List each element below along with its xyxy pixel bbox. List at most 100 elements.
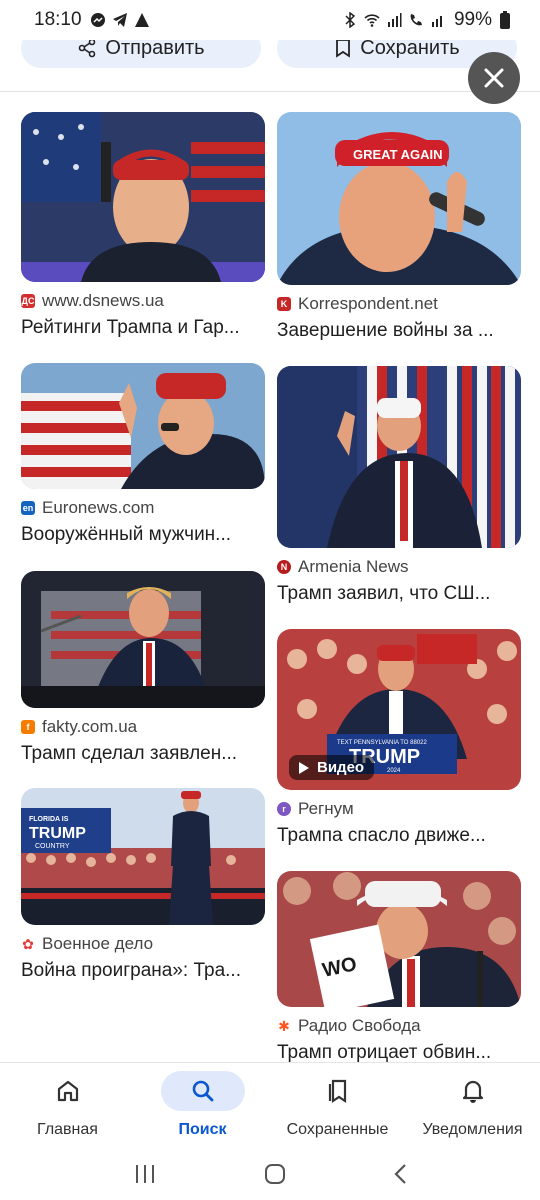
result-thumbnail[interactable]: GREAT AGAIN — [277, 112, 521, 285]
battery-percent: 99% — [453, 9, 492, 30]
close-button[interactable] — [468, 52, 520, 104]
nav-label: Поиск — [178, 1121, 227, 1138]
messenger-icon — [90, 13, 105, 27]
result-source: en Euronews.com — [21, 498, 265, 518]
battery-icon — [500, 11, 510, 29]
sign-trump: TRUMP — [29, 825, 86, 842]
nav-home[interactable]: Главная — [0, 1063, 135, 1148]
source-favicon: ✿ — [21, 935, 35, 952]
video-label: Видео — [317, 759, 365, 776]
search-icon — [192, 1080, 213, 1102]
thumbnail-image — [21, 363, 265, 489]
bookmark-icon — [336, 39, 351, 58]
result-title[interactable]: Вооружённый мужчин... — [21, 524, 265, 546]
hat-text: GREAT AGAIN — [353, 147, 443, 162]
nav-icon-container — [26, 1071, 110, 1111]
nav-notifications[interactable]: Уведомления — [405, 1063, 540, 1148]
result-card[interactable]: GREAT AGAIN K Korrespondent.net Завершен… — [277, 112, 521, 342]
source-favicon: N — [277, 560, 291, 574]
result-thumbnail[interactable] — [277, 366, 521, 548]
nav-search[interactable]: Поиск — [135, 1063, 270, 1148]
result-source: ✿ Военное дело — [21, 934, 265, 954]
nav-label: Уведомления — [422, 1121, 523, 1138]
thumbnail-image: WO — [277, 871, 521, 1007]
thumbnail-image — [21, 571, 265, 708]
result-source: N Armenia News — [277, 557, 521, 577]
result-source: ДС www.dsnews.ua — [21, 291, 265, 311]
thumbnail-image — [277, 366, 521, 548]
result-title[interactable]: Рейтинги Трампа и Гар... — [21, 317, 265, 339]
result-card[interactable]: en Euronews.com Вооружённый мужчин... — [21, 363, 265, 546]
home-icon — [57, 1080, 78, 1102]
sign-florida: FLORIDA IS — [29, 816, 69, 823]
thumbnail-image: GREAT AGAIN — [277, 112, 521, 285]
result-actions-bar: Отправить Сохранить — [0, 28, 540, 92]
sign-year: 2024 — [387, 768, 401, 774]
source-favicon: en — [21, 501, 35, 515]
result-card[interactable]: TEXT PENNSYLVANIA TO 88022 TRUMP 2024 Ви… — [277, 629, 521, 847]
share-icon — [79, 38, 96, 58]
source-name: www.dsnews.ua — [42, 291, 164, 310]
play-icon — [299, 761, 309, 774]
result-thumbnail[interactable] — [21, 112, 265, 282]
sign-country: COUNTRY — [35, 843, 70, 850]
source-name: Радио Свобода — [298, 1016, 421, 1035]
bookmarks-icon — [328, 1079, 346, 1104]
result-source: K Korrespondent.net — [277, 294, 521, 314]
signal-icon — [387, 13, 402, 27]
result-card[interactable]: WO ✱ Радио Свобода Трамп отрицает обвин.… — [277, 871, 521, 1062]
result-card[interactable]: FLORIDA IS TRUMP COUNTRY ✿ Военное дело … — [21, 788, 265, 982]
result-title[interactable]: Трамп сделал заявлен... — [21, 743, 265, 765]
close-icon — [484, 68, 504, 88]
result-source: r Регнум — [277, 799, 521, 819]
result-title[interactable]: Завершение войны за ... — [277, 320, 521, 342]
result-card[interactable]: ДС www.dsnews.ua Рейтинги Трампа и Гар..… — [21, 112, 265, 339]
nav-icon-container — [160, 1071, 245, 1111]
clock: 18:10 — [34, 9, 82, 30]
result-thumbnail[interactable]: FLORIDA IS TRUMP COUNTRY — [21, 788, 265, 925]
thumbnail-image — [21, 112, 265, 282]
alert-triangle-icon — [134, 13, 149, 27]
source-favicon: r — [277, 802, 291, 816]
result-title[interactable]: Война проиграна»: Тра... — [21, 960, 265, 982]
source-favicon: ✱ — [277, 1017, 291, 1034]
result-thumbnail[interactable] — [21, 571, 265, 708]
wifi-icon — [364, 14, 380, 27]
result-thumbnail[interactable] — [21, 363, 265, 489]
result-thumbnail[interactable]: WO — [277, 871, 521, 1007]
nav-saved[interactable]: Сохраненные — [270, 1063, 405, 1148]
nav-label: Главная — [37, 1121, 98, 1138]
video-badge: Видео — [289, 755, 375, 780]
source-name: Korrespondent.net — [298, 294, 438, 313]
source-favicon: K — [277, 297, 291, 311]
nav-label: Сохраненные — [286, 1121, 389, 1138]
bell-icon — [462, 1080, 483, 1103]
source-name: Euronews.com — [42, 498, 155, 517]
bluetooth-icon — [345, 12, 356, 28]
bottom-navigation: Главная Поиск Сохраненные Уведомления — [0, 1062, 540, 1148]
telegram-icon — [112, 13, 127, 27]
thumbnail-image: FLORIDA IS TRUMP COUNTRY — [21, 788, 265, 925]
result-title[interactable]: Трамп отрицает обвин... — [277, 1042, 521, 1062]
result-title[interactable]: Трампа спасло движе... — [277, 825, 521, 847]
result-card[interactable]: f fakty.com.ua Трамп сделал заявлен... — [21, 571, 265, 765]
back-icon[interactable] — [393, 1163, 407, 1185]
result-source: ✱ Радио Свобода — [277, 1016, 521, 1036]
source-name: Armenia News — [298, 557, 409, 576]
source-name: Военное дело — [42, 934, 154, 953]
nav-icon-container — [296, 1071, 380, 1111]
recent-apps-icon[interactable] — [133, 1163, 157, 1185]
source-name: Регнум — [298, 799, 354, 818]
source-favicon: ДС — [21, 294, 35, 308]
home-button-icon[interactable] — [264, 1163, 286, 1185]
system-navigation-bar — [0, 1148, 540, 1200]
result-card[interactable]: N Armenia News Трамп заявил, что СШ... — [277, 366, 521, 605]
result-title[interactable]: Трамп заявил, что СШ... — [277, 583, 521, 605]
result-source: f fakty.com.ua — [21, 717, 265, 737]
source-name: fakty.com.ua — [42, 717, 138, 736]
source-favicon: f — [21, 720, 35, 734]
call-wifi-icon — [410, 14, 422, 26]
status-bar: 18:10 99% — [0, 0, 540, 40]
result-thumbnail[interactable]: TEXT PENNSYLVANIA TO 88022 TRUMP 2024 Ви… — [277, 629, 521, 790]
signal-2-icon — [431, 16, 442, 27]
